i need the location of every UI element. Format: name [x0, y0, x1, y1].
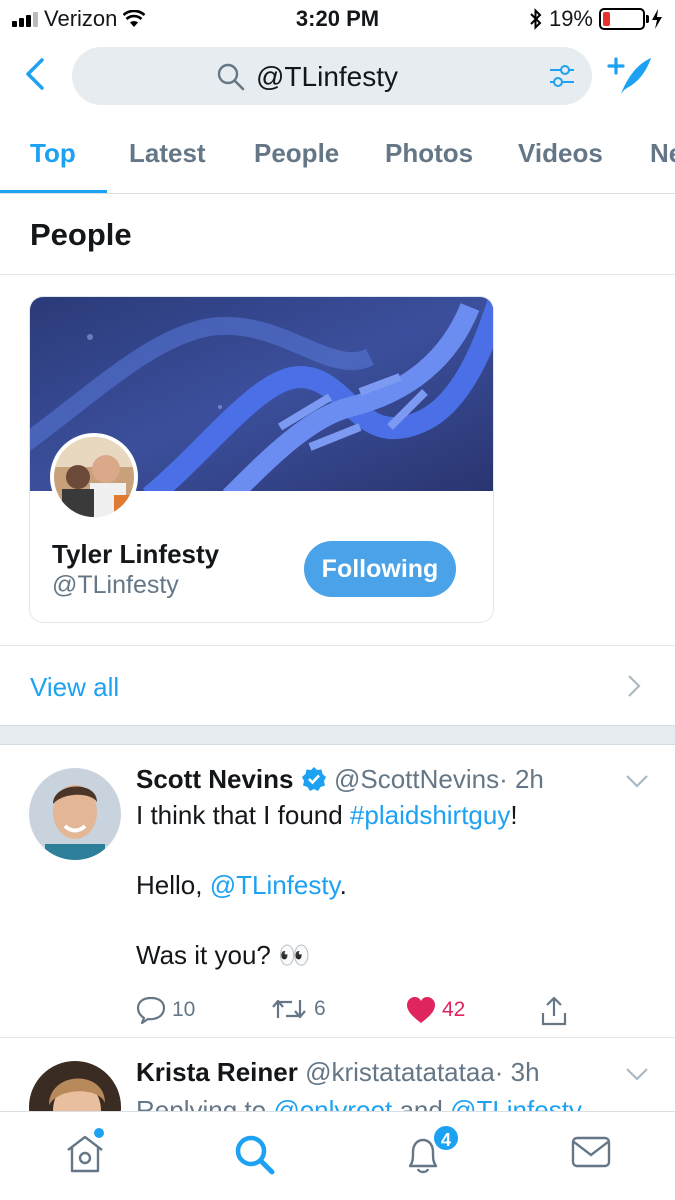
reply-context: Replying to @onlyroot and @TLinfesty — [136, 1093, 582, 1111]
share-button[interactable] — [540, 996, 568, 1026]
tweet[interactable]: Scott Nevins @ScottNevins· 2h I think th… — [0, 746, 675, 1038]
retweet-count: 6 — [314, 997, 326, 1020]
avatar[interactable] — [29, 1061, 121, 1111]
section-divider — [0, 725, 675, 745]
bottom-tab-bar: 4 — [0, 1111, 675, 1200]
reply-and: and — [392, 1095, 451, 1111]
status-right: 19% — [529, 6, 663, 32]
like-button[interactable]: 42 — [406, 996, 465, 1024]
view-all-link[interactable]: View all — [30, 672, 119, 703]
back-arrow-icon[interactable] — [20, 54, 52, 94]
charging-icon — [652, 9, 662, 29]
text: Hello, — [136, 870, 210, 900]
tab-top[interactable]: Top — [30, 138, 76, 169]
heart-icon — [407, 997, 435, 1023]
tweet-time: · 3h — [494, 1057, 540, 1087]
bluetooth-icon — [530, 8, 542, 30]
author-handle: @ScottNevins — [333, 764, 500, 794]
reply-prefix: Replying to — [136, 1095, 274, 1111]
search-icon — [217, 63, 245, 91]
avatar[interactable] — [29, 768, 121, 860]
mention-link[interactable]: @TLinfesty — [210, 870, 340, 900]
text: I think that I found — [136, 800, 350, 830]
search-input[interactable]: @TLinfesty — [72, 47, 592, 105]
compose-tweet-icon[interactable] — [607, 54, 653, 96]
search-tabs: Top Latest People Photos Videos News — [0, 112, 675, 194]
chevron-down-icon[interactable] — [625, 774, 649, 788]
chevron-down-icon[interactable] — [625, 1067, 649, 1081]
text: . — [339, 870, 347, 900]
reply-icon — [136, 996, 166, 1024]
tweet-header: Scott Nevins @ScottNevins· 2h — [136, 764, 544, 795]
view-all-row[interactable]: View all — [0, 645, 675, 725]
search-header: @TLinfesty — [0, 40, 675, 112]
battery-level — [603, 12, 611, 26]
new-content-dot — [94, 1128, 104, 1138]
notification-badge: 4 — [432, 1124, 460, 1152]
reply-count: 10 — [172, 998, 196, 1021]
user-handle: @TLinfesty — [52, 571, 179, 599]
messages-envelope-icon[interactable] — [570, 1134, 612, 1170]
status-bar: Verizon 3:20 PM 19% — [0, 0, 675, 38]
verified-badge-icon — [301, 767, 326, 791]
author-handle: @kristatatatataa — [305, 1057, 495, 1087]
reply-button[interactable]: 10 — [136, 996, 195, 1024]
hashtag-link[interactable]: #plaidshirtguy — [350, 800, 510, 830]
share-icon — [541, 996, 567, 1026]
chevron-right-icon — [628, 675, 641, 697]
tab-videos[interactable]: Videos — [518, 138, 603, 169]
user-card[interactable]: Tyler Linfesty @TLinfesty Following — [29, 296, 494, 623]
search-tab-icon[interactable] — [234, 1134, 276, 1176]
tweet[interactable]: Krista Reiner @kristatatatataa· 3h Reply… — [0, 1039, 675, 1111]
author-name[interactable]: Krista Reiner — [136, 1057, 298, 1087]
tweet-actions: 10 6 42 — [136, 996, 576, 1032]
tweet-line: Hello, @TLinfesty. — [136, 868, 518, 903]
search-query: @TLinfesty — [256, 61, 399, 92]
avatar-image — [54, 437, 134, 517]
home-icon[interactable] — [64, 1134, 106, 1174]
mention-link[interactable]: @TLinfesty — [450, 1095, 582, 1111]
people-section-header: People — [0, 195, 675, 275]
tab-news[interactable]: News — [650, 138, 675, 169]
user-name: Tyler Linfesty — [52, 539, 220, 569]
like-count: 42 — [442, 998, 466, 1021]
battery-icon — [599, 8, 649, 30]
battery-percent: 19% — [548, 6, 593, 31]
avatar-image — [29, 1061, 121, 1111]
tweet-text: I think that I found #plaidshirtguy! Hel… — [136, 798, 518, 973]
author-name[interactable]: Scott Nevins — [136, 764, 294, 794]
section-title: People — [30, 217, 132, 252]
tab-people[interactable]: People — [254, 138, 339, 169]
profile-avatar[interactable] — [50, 433, 138, 521]
avatar-image — [29, 768, 121, 860]
tweet-time: · 2h — [499, 764, 544, 794]
tab-latest[interactable]: Latest — [129, 138, 206, 169]
retweet-button[interactable]: 6 — [270, 996, 326, 1022]
active-tab-indicator — [0, 190, 107, 193]
following-button[interactable]: Following — [304, 541, 456, 597]
tweet-line: I think that I found #plaidshirtguy! — [136, 798, 518, 833]
mention-link[interactable]: @onlyroot — [273, 1095, 392, 1111]
retweet-icon — [272, 999, 306, 1019]
tweet-header: Krista Reiner @kristatatatataa· 3h — [136, 1057, 540, 1088]
filter-icon[interactable] — [548, 63, 576, 89]
tab-photos[interactable]: Photos — [385, 138, 473, 169]
text: ! — [510, 800, 518, 830]
tweet-line: Was it you? 👀 — [136, 940, 311, 970]
